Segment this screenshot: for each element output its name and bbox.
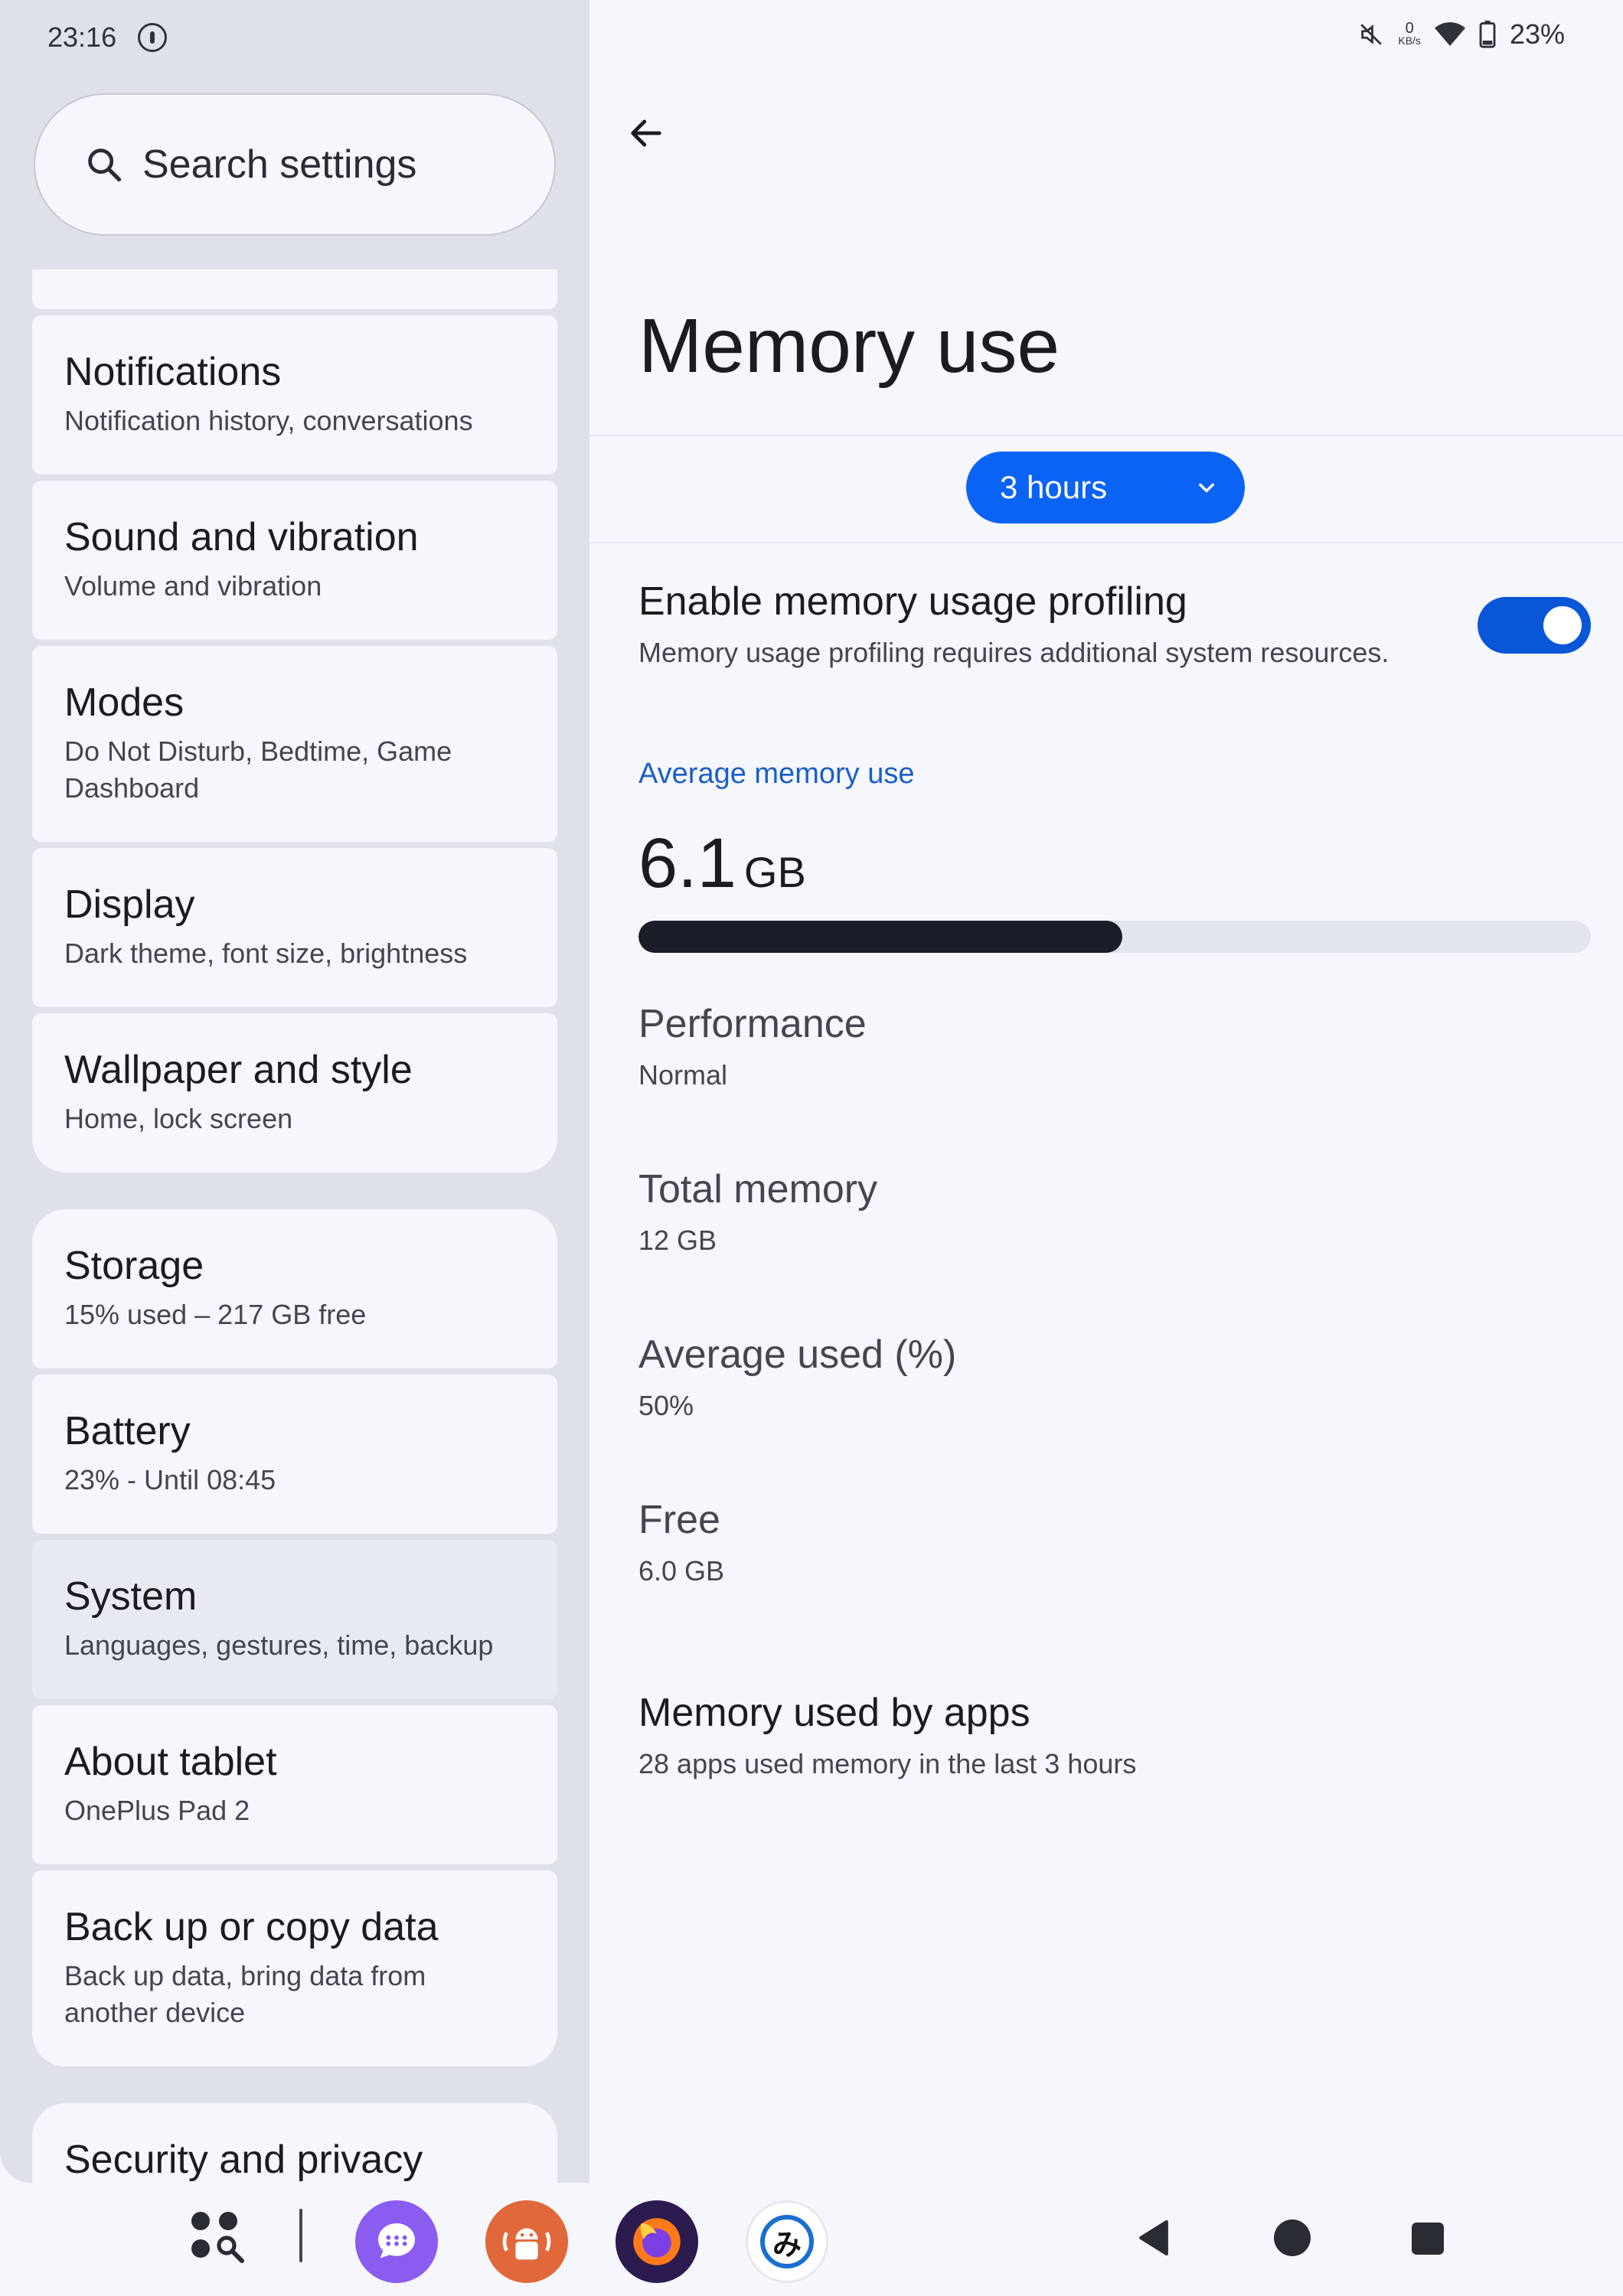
settings-item-title: Storage [64, 1244, 204, 1288]
chevron-down-icon [1199, 483, 1214, 493]
settings-item-security[interactable]: Security and privacy [32, 2103, 557, 2183]
settings-item-display[interactable]: Display Dark theme, font size, brightnes… [32, 848, 557, 1007]
stat-value: 12 GB [638, 1225, 717, 1256]
settings-item-title: Modes [64, 680, 185, 725]
settings-item-about-tablet[interactable]: About tablet OnePlus Pad 2 [32, 1705, 557, 1864]
settings-item-subtitle: Notification history, conversations [64, 405, 473, 436]
nav-back-icon[interactable] [1138, 2219, 1170, 2256]
battery-icon [1479, 21, 1496, 48]
memory-used-by-apps-item[interactable]: Memory used by apps 28 apps used memory … [589, 1668, 1623, 1806]
mi-app-glyph: み [760, 2215, 814, 2268]
settings-item-sound[interactable]: Sound and vibration Volume and vibration [32, 481, 557, 640]
divider [589, 542, 1623, 543]
profiling-subtitle: Memory usage profiling requires addition… [638, 637, 1390, 668]
settings-item-title: Display [64, 882, 195, 927]
settings-item-subtitle: Dark theme, font size, brightness [64, 938, 468, 969]
network-speed: 0 KB/s [1398, 20, 1421, 47]
settings-item-subtitle: 15% used – 217 GB free [64, 1299, 367, 1330]
settings-item-subtitle: Home, lock screen [64, 1103, 293, 1134]
firefox-icon [633, 2218, 681, 2265]
settings-item-modes[interactable]: Modes Do Not Disturb, Bedtime, Game Dash… [32, 646, 557, 842]
memory-usage-bar-fill [638, 921, 1122, 953]
stat-title: Free [638, 1498, 720, 1542]
average-memory-unit: GB [743, 848, 806, 896]
settings-item-system[interactable]: System Languages, gestures, time, backup [32, 1540, 557, 1699]
settings-item-title: Battery [64, 1409, 191, 1453]
settings-item-title: Security and privacy [64, 2138, 423, 2182]
battery-percent: 23% [1509, 18, 1565, 50]
settings-item-title: Notifications [64, 350, 282, 394]
divider [589, 435, 1623, 436]
page-title: Memory use [638, 303, 1060, 389]
nav-home-icon[interactable] [1274, 2219, 1311, 2256]
nav-recents-icon[interactable] [1412, 2223, 1444, 2255]
settings-card-partial[interactable] [32, 269, 557, 309]
settings-item-battery[interactable]: Battery 23% - Until 08:45 [32, 1375, 557, 1534]
settings-item-title: Sound and vibration [64, 515, 419, 559]
stat-value: 6.0 GB [638, 1555, 725, 1587]
stat-value: 50% [638, 1390, 694, 1421]
profiling-toggle[interactable] [1478, 597, 1591, 654]
wifi-icon [1434, 22, 1465, 46]
stat-title: Performance [638, 1002, 867, 1046]
settings-item-subtitle: Do Not Disturb, Bedtime, Game Dashboard [64, 735, 452, 804]
settings-item-title: Back up or copy data [64, 1905, 439, 1949]
status-icons: 0 KB/s 23% [1358, 18, 1565, 51]
settings-item-subtitle: Back up data, bring data from another de… [64, 1960, 426, 2028]
stat-value: Normal [638, 1059, 728, 1091]
android-debug-app-icon[interactable] [485, 2200, 568, 2283]
toggle-knob [1543, 606, 1582, 644]
back-arrow-icon[interactable] [626, 113, 666, 153]
average-memory-value: 6.1 GB [638, 823, 806, 904]
search-placeholder: Search settings [142, 142, 417, 187]
apps-memory-title: Memory used by apps [638, 1691, 1030, 1735]
search-settings-bar[interactable]: Search settings [34, 93, 556, 236]
settings-item-title: Wallpaper and style [64, 1048, 413, 1092]
mi-app-icon[interactable]: み [746, 2200, 828, 2283]
data-saver-icon [138, 23, 167, 52]
memory-usage-bar [638, 921, 1591, 953]
messages-app-icon[interactable] [355, 2200, 438, 2283]
average-memory-header: Average memory use [638, 758, 915, 790]
stat-title: Average used (%) [638, 1332, 957, 1377]
settings-item-title: About tablet [64, 1740, 277, 1784]
taskbar-divider [299, 2209, 302, 2262]
mute-icon [1360, 24, 1383, 45]
search-icon [88, 148, 122, 182]
settings-sidebar: 23:16 Search settings Notifications Noti… [0, 0, 589, 2183]
app-drawer-icon[interactable] [187, 2207, 248, 2268]
time-range-label: 3 hours [1000, 469, 1108, 505]
settings-item-subtitle: Volume and vibration [64, 570, 322, 602]
settings-item-storage[interactable]: Storage 15% used – 217 GB free [32, 1209, 557, 1368]
apps-memory-subtitle: 28 apps used memory in the last 3 hours [638, 1748, 1137, 1779]
android-robot-icon [502, 2228, 551, 2260]
profiling-title: Enable memory usage profiling [638, 579, 1187, 624]
settings-item-title: System [64, 1574, 198, 1619]
firefox-app-icon[interactable] [616, 2200, 698, 2283]
settings-item-backup[interactable]: Back up or copy data Back up data, bring… [32, 1870, 557, 2066]
average-memory-number: 6.1 [638, 824, 736, 902]
settings-item-subtitle: OnePlus Pad 2 [64, 1795, 250, 1826]
stat-title: Total memory [638, 1167, 878, 1212]
chat-bubble-icon [378, 2223, 415, 2258]
settings-item-subtitle: 23% - Until 08:45 [64, 1464, 276, 1495]
settings-item-subtitle: Languages, gestures, time, backup [64, 1629, 494, 1661]
settings-list: Notifications Notification history, conv… [0, 269, 589, 2183]
status-time: 23:16 [47, 21, 117, 53]
settings-item-wallpaper[interactable]: Wallpaper and style Home, lock screen [32, 1013, 557, 1172]
settings-item-notifications[interactable]: Notifications Notification history, conv… [32, 315, 557, 475]
time-range-dropdown[interactable]: 3 hours [966, 452, 1245, 523]
